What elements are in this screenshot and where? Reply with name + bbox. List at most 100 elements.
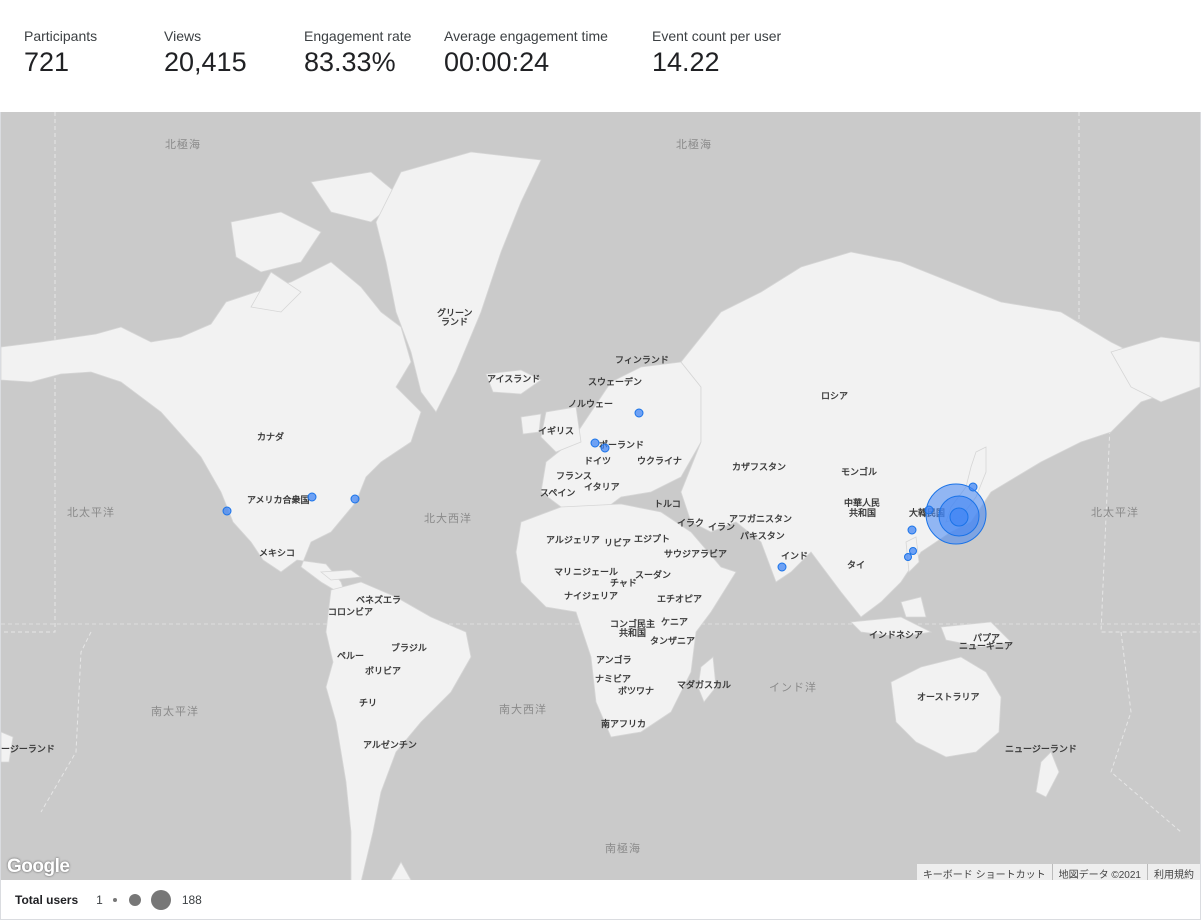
country-label: イタリア xyxy=(584,481,620,493)
country-label: オーストラリア xyxy=(917,692,980,703)
country-label: アメリカ合衆国 xyxy=(247,494,310,506)
country-label: ニジェール xyxy=(573,567,618,578)
bubble-netherlands[interactable] xyxy=(590,438,600,448)
country-label: イギリス xyxy=(538,425,574,437)
country-label: ドイツ xyxy=(584,456,611,467)
country-label: 中華人民 xyxy=(844,497,880,509)
ocean-label: 南極海 xyxy=(605,841,641,855)
country-label: トルコ xyxy=(654,499,681,510)
legend-max: 188 xyxy=(181,893,202,907)
country-label: アルゼンチン xyxy=(363,739,417,751)
country-label: ブラジル xyxy=(391,642,427,654)
country-label: エチオピア xyxy=(657,593,702,605)
country-label: マダガスカル xyxy=(677,679,731,691)
country-label: ベネズエラ xyxy=(356,594,401,606)
terms-link[interactable]: 利用規約 xyxy=(1147,864,1200,880)
asia xyxy=(680,251,1200,618)
country-label: タイ xyxy=(847,559,865,571)
country-label: ケニア xyxy=(661,617,688,628)
google-logo[interactable]: Google xyxy=(7,856,70,878)
metric-value: 83.33% xyxy=(304,47,396,77)
metric-event-count-per-user[interactable]: Event count per user 14.22 xyxy=(652,28,781,78)
metric-label: Engagement rate xyxy=(304,28,412,44)
bubble-hokkaido[interactable] xyxy=(968,482,978,492)
country-label: アンゴラ xyxy=(596,654,632,666)
bubble-us-west[interactable] xyxy=(222,506,232,516)
metric-engagement-rate[interactable]: Engagement rate 83.33% xyxy=(304,28,411,78)
size-legend: Total users 1 188 xyxy=(0,880,1201,920)
metric-label: Average engagement time xyxy=(444,28,608,44)
country-label: カザフスタン xyxy=(732,461,786,473)
metric-participants[interactable]: Participants 721 xyxy=(24,28,97,78)
world-map[interactable]: 北極海 北極海 北太平洋 北太平洋 北大西洋 南大西洋 南太平洋 インド洋 南極… xyxy=(1,112,1200,880)
country-label: イラク xyxy=(677,518,704,529)
country-label: チリ xyxy=(359,698,377,709)
country-label: アイスランド xyxy=(487,374,540,385)
country-label: 共和国 xyxy=(849,507,876,519)
keyboard-shortcuts-link[interactable]: キーボード ショートカット xyxy=(917,864,1052,880)
country-label: 共和国 xyxy=(619,627,646,639)
country-label: ノルウェー xyxy=(568,399,613,410)
country-label: カナダ xyxy=(257,431,284,443)
australia xyxy=(890,656,1002,758)
ocean-label: インド洋 xyxy=(769,680,817,694)
bubble-india[interactable] xyxy=(777,562,787,572)
south-america xyxy=(325,581,472,880)
country-label: サウジアラビア xyxy=(664,548,727,560)
country-label: タンザニア xyxy=(650,635,695,647)
metric-label: Participants xyxy=(24,28,98,44)
country-label: チャド xyxy=(610,578,637,589)
country-label: ウクライナ xyxy=(637,456,682,467)
metric-value: 00:00:24 xyxy=(444,47,550,77)
country-label: スペイン xyxy=(540,488,575,499)
country-label: ペルー xyxy=(337,651,364,662)
ocean-label: 北極海 xyxy=(165,137,201,151)
land-masses xyxy=(1,151,1200,880)
ocean-label: 南太平洋 xyxy=(151,704,199,718)
map-attribution: キーボード ショートカット 地図データ ©2021 利用規約 xyxy=(916,864,1200,880)
metric-value: 20,415 xyxy=(164,47,247,77)
legend-dot-medium xyxy=(128,894,141,906)
metric-label: Event count per user xyxy=(652,28,782,44)
bubble-japan-center[interactable] xyxy=(949,507,969,527)
metric-views[interactable]: Views 20,415 xyxy=(164,28,247,78)
country-label: フランス xyxy=(556,471,592,482)
legend-min: 1 xyxy=(96,893,103,907)
north-america xyxy=(1,261,422,598)
metric-value: 721 xyxy=(24,47,70,77)
metric-average-engagement-time[interactable]: Average engagement time 00:00:24 xyxy=(444,28,608,78)
metrics-bar: Participants 721 Views 20,415 Engagement… xyxy=(0,0,1201,112)
bubble-taiwan[interactable] xyxy=(909,547,917,555)
country-label: インドネシア xyxy=(869,630,923,641)
bubble-shanghai[interactable] xyxy=(907,525,917,535)
country-label: スーダン xyxy=(635,569,671,581)
bubble-korea[interactable] xyxy=(924,505,934,515)
country-label: コロンビア xyxy=(328,606,373,618)
country-label: エジプト xyxy=(634,533,670,545)
ocean-label: 北極海 xyxy=(676,137,712,151)
country-label: ボリビア xyxy=(365,665,401,677)
bubble-us-central[interactable] xyxy=(307,492,317,502)
bubble-sweden[interactable] xyxy=(634,408,644,418)
country-label: ージーランド xyxy=(1,744,55,755)
country-label: リビア xyxy=(604,537,631,549)
legend-title: Total users xyxy=(15,893,79,907)
legend-dot-small xyxy=(112,898,117,902)
map-data-link[interactable]: 地図データ ©2021 xyxy=(1051,864,1147,880)
map-canvas: 北極海 北極海 北太平洋 北太平洋 北大西洋 南大西洋 南太平洋 インド洋 南極… xyxy=(1,112,1200,880)
country-label: モンゴル xyxy=(841,466,877,478)
country-label: ニューギニア xyxy=(959,640,1013,652)
bubble-germany[interactable] xyxy=(600,443,610,453)
ocean-label: 北太平洋 xyxy=(1091,505,1139,519)
ocean-label: 北大西洋 xyxy=(424,511,472,525)
bubble-hongkong[interactable] xyxy=(904,553,912,561)
country-label: ランド xyxy=(441,317,468,328)
country-label: スウェーデン xyxy=(588,376,642,388)
country-label: ナミビア xyxy=(595,673,631,685)
country-label: ナイジェリア xyxy=(564,591,618,602)
country-label: パキスタン xyxy=(740,530,785,542)
country-label: メキシコ xyxy=(259,548,295,559)
country-label: アルジェリア xyxy=(546,535,600,546)
country-label: ロシア xyxy=(821,391,848,402)
bubble-us-east[interactable] xyxy=(350,494,360,504)
